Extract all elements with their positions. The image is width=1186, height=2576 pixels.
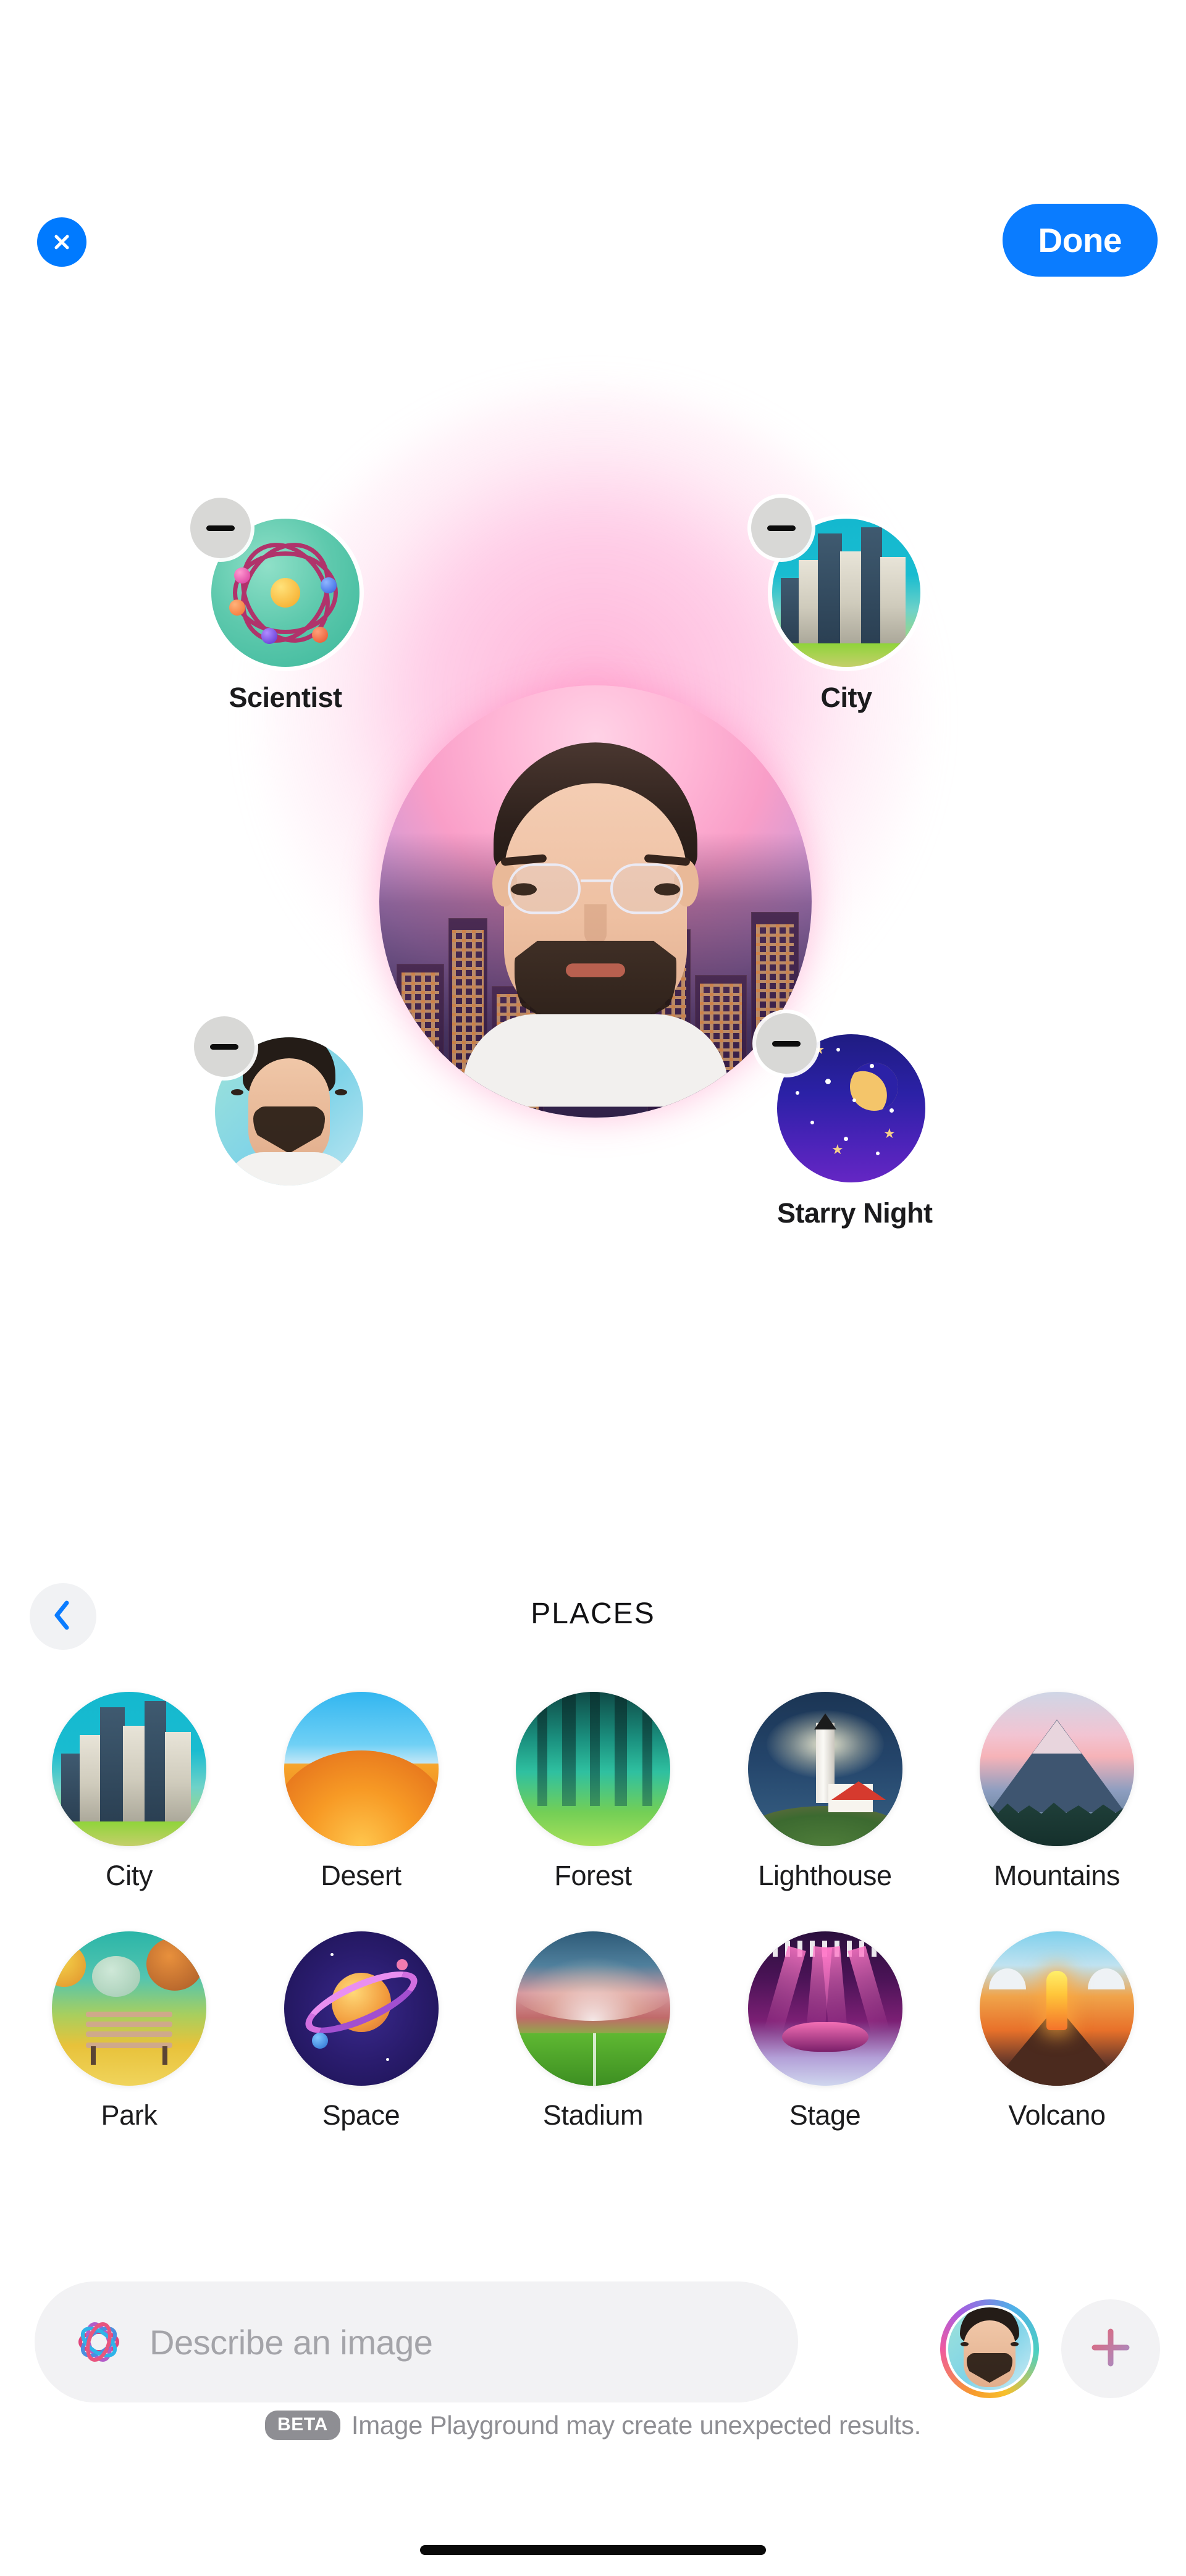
space-planet-icon bbox=[284, 1931, 439, 2086]
place-label: Space bbox=[322, 2099, 400, 2131]
top-toolbar: Done bbox=[0, 204, 1186, 284]
forest-trees-icon bbox=[516, 1692, 670, 1846]
place-label: Park bbox=[101, 2099, 158, 2131]
place-label: Desert bbox=[321, 1860, 402, 1891]
prompt-row: Describe an image bbox=[0, 2277, 1186, 2407]
place-thumb bbox=[516, 1931, 670, 2086]
lighthouse-icon bbox=[747, 1692, 902, 1846]
apple-intelligence-icon bbox=[67, 2310, 131, 2374]
place-label: City bbox=[106, 1860, 153, 1891]
place-thumb bbox=[516, 1692, 670, 1846]
home-indicator[interactable] bbox=[420, 2545, 766, 2555]
place-thumb bbox=[747, 1692, 902, 1846]
concept-chip-person[interactable] bbox=[194, 1016, 363, 1200]
place-thumb bbox=[980, 1692, 1134, 1846]
concept-label: City bbox=[820, 682, 872, 713]
place-label: Stadium bbox=[542, 2099, 644, 2131]
prompt-placeholder-text: Describe an image bbox=[149, 2322, 433, 2362]
place-label: Mountains bbox=[993, 1860, 1121, 1891]
place-tile-space[interactable]: Space bbox=[259, 1931, 463, 2131]
place-tile-city[interactable]: City bbox=[27, 1692, 231, 1892]
bottom-bar: Describe an image BETA Image Playground … bbox=[0, 2243, 1186, 2576]
stadium-icon bbox=[516, 1931, 670, 2086]
places-grid-row: Park Space Stadium Stage Volcano bbox=[0, 1931, 1186, 2131]
concept-chip-city[interactable]: City bbox=[751, 498, 920, 714]
place-thumb bbox=[284, 1692, 439, 1846]
place-tile-mountains[interactable]: Mountains bbox=[955, 1692, 1159, 1892]
place-thumb bbox=[747, 1931, 902, 2086]
park-bench-icon bbox=[52, 1931, 206, 2086]
concept-canvas: Scientist City ★ ★ ★ Starry Night bbox=[0, 309, 1186, 1482]
remove-concept-button[interactable] bbox=[756, 1013, 817, 1074]
status-badge: BETA bbox=[265, 2411, 340, 2440]
done-button[interactable]: Done bbox=[1002, 204, 1158, 277]
disclaimer-row: BETA Image Playground may create unexpec… bbox=[0, 2411, 1186, 2440]
place-thumb bbox=[52, 1931, 206, 2086]
remove-concept-button[interactable] bbox=[751, 498, 812, 558]
places-grid: City Desert Forest Lighthouse Mountains … bbox=[0, 1692, 1186, 2171]
minus-icon bbox=[210, 1043, 238, 1050]
place-tile-lighthouse[interactable]: Lighthouse bbox=[723, 1692, 927, 1892]
avatar-inner bbox=[946, 2305, 1033, 2393]
concept-chip-scientist[interactable]: Scientist bbox=[190, 498, 360, 714]
minus-icon bbox=[206, 525, 235, 531]
stage-spotlight-icon bbox=[747, 1931, 902, 2086]
image-playground-screen: Done Scientist City ★ ★ ★ Starry Night P… bbox=[0, 0, 1186, 2576]
image-portrait-face bbox=[463, 742, 728, 1107]
place-tile-park[interactable]: Park bbox=[27, 1931, 231, 2131]
place-tile-forest[interactable]: Forest bbox=[491, 1692, 695, 1892]
close-x-icon bbox=[51, 232, 72, 253]
place-label: Stage bbox=[789, 2099, 861, 2131]
mountains-icon bbox=[980, 1692, 1134, 1846]
category-header: PLACES bbox=[0, 1578, 1186, 1658]
place-thumb bbox=[52, 1692, 206, 1846]
avatar[interactable] bbox=[940, 2299, 1039, 2398]
generated-image-preview[interactable] bbox=[379, 685, 812, 1118]
done-button-label: Done bbox=[1038, 221, 1122, 259]
concept-label: Starry Night bbox=[777, 1197, 933, 1229]
place-label: Lighthouse bbox=[758, 1860, 892, 1891]
prompt-input[interactable]: Describe an image bbox=[35, 2281, 798, 2402]
minus-icon bbox=[772, 1040, 801, 1047]
remove-concept-button[interactable] bbox=[194, 1016, 254, 1077]
place-label: Forest bbox=[554, 1860, 632, 1891]
remove-concept-button[interactable] bbox=[190, 498, 251, 558]
place-tile-desert[interactable]: Desert bbox=[259, 1692, 463, 1892]
places-grid-row: City Desert Forest Lighthouse Mountains bbox=[0, 1692, 1186, 1892]
plus-icon bbox=[1088, 2325, 1133, 2373]
desert-dune-icon bbox=[284, 1692, 439, 1846]
city-skyline-icon bbox=[52, 1692, 206, 1846]
avatar-photo bbox=[948, 2307, 1031, 2390]
place-tile-volcano[interactable]: Volcano bbox=[955, 1931, 1159, 2131]
close-button[interactable] bbox=[37, 217, 86, 267]
add-button[interactable] bbox=[1061, 2299, 1160, 2398]
concept-chip-starry-night[interactable]: ★ ★ ★ Starry Night bbox=[756, 1013, 933, 1229]
place-label: Volcano bbox=[1008, 2099, 1106, 2131]
category-title: PLACES bbox=[531, 1597, 655, 1630]
volcano-icon bbox=[980, 1931, 1134, 2086]
concept-label: Scientist bbox=[229, 682, 342, 713]
place-thumb bbox=[980, 1931, 1134, 2086]
place-tile-stage[interactable]: Stage bbox=[723, 1931, 927, 2131]
place-tile-stadium[interactable]: Stadium bbox=[491, 1931, 695, 2131]
disclaimer-text: Image Playground may create unexpected r… bbox=[351, 2411, 921, 2440]
minus-icon bbox=[767, 525, 796, 531]
place-thumb bbox=[284, 1931, 439, 2086]
